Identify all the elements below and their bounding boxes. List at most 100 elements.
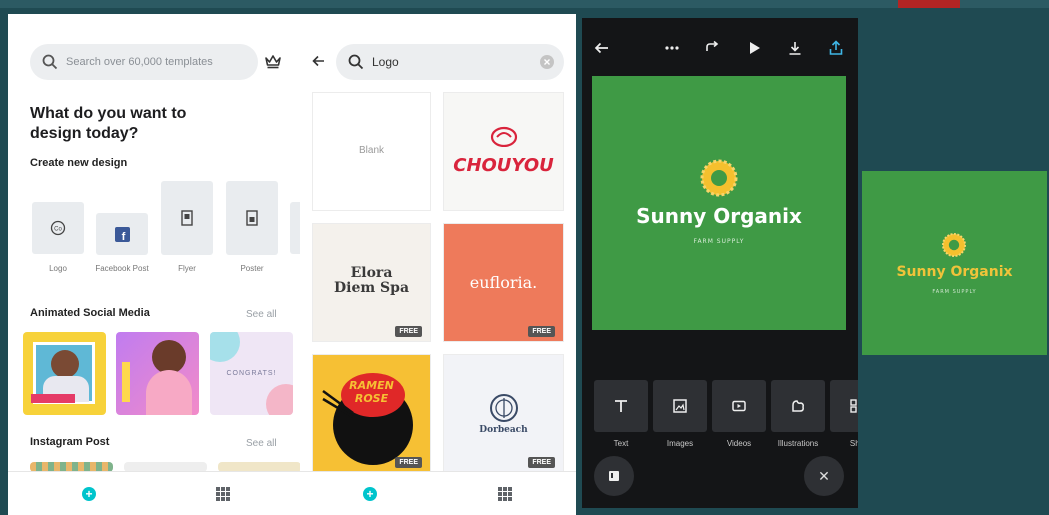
person-photo bbox=[146, 370, 192, 415]
template-name: eufloria. bbox=[469, 273, 538, 292]
text-icon bbox=[615, 400, 627, 412]
instagram-section-title: Instagram Post bbox=[30, 436, 110, 448]
download-icon[interactable] bbox=[787, 40, 803, 56]
decor-circle bbox=[266, 384, 293, 415]
tool-illustrations-button[interactable] bbox=[771, 380, 825, 432]
template-elora-diem-spa[interactable]: Elora Diem Spa FREE bbox=[312, 223, 431, 342]
decor-stripe bbox=[122, 362, 130, 402]
design-type-more[interactable] bbox=[290, 202, 300, 254]
instagram-see-all-link[interactable]: See all bbox=[246, 438, 277, 449]
animated-thumb[interactable] bbox=[23, 332, 106, 415]
design-type-label: Flyer bbox=[178, 264, 196, 273]
crown-icon[interactable] bbox=[264, 53, 282, 69]
bottom-nav: + bbox=[300, 471, 576, 515]
tool-label: Videos bbox=[726, 439, 752, 448]
bun-icon bbox=[490, 126, 518, 147]
page-icon bbox=[609, 471, 619, 481]
play-icon[interactable] bbox=[746, 40, 762, 56]
template-ramen-rose[interactable]: RAMEN ROSE FREE bbox=[312, 354, 431, 473]
tool-shapes-button[interactable] bbox=[830, 380, 858, 432]
decor-stripe bbox=[31, 394, 75, 403]
chopsticks-icon bbox=[322, 389, 354, 419]
template-name: Elora Diem Spa bbox=[313, 266, 430, 296]
search-icon bbox=[42, 54, 58, 70]
create-plus-icon[interactable]: + bbox=[363, 487, 377, 501]
more-dots-icon[interactable] bbox=[664, 40, 680, 56]
animated-thumb[interactable] bbox=[116, 332, 199, 415]
search-icon bbox=[348, 54, 364, 70]
design-canvas[interactable]: Sunny Organix FARM SUPPLY bbox=[592, 76, 846, 330]
logo-search-bar[interactable]: Logo bbox=[336, 44, 564, 80]
free-badge: FREE bbox=[395, 326, 422, 337]
template-search-bar[interactable]: Search over 60,000 templates bbox=[30, 44, 258, 80]
brand-tagline[interactable]: FARM SUPPLY bbox=[592, 238, 846, 245]
template-name: CHOUYOU bbox=[453, 155, 554, 176]
animated-thumb[interactable]: CONGRATS! bbox=[210, 332, 293, 415]
brand-name: Sunny Organix bbox=[896, 264, 1013, 280]
search-results-screen: Logo Blank CHOUYOU Elora Diem Spa FREE e… bbox=[300, 14, 576, 515]
slide-top-band bbox=[0, 0, 1049, 8]
clear-search-icon[interactable] bbox=[540, 55, 554, 69]
facebook-icon: f bbox=[114, 226, 130, 242]
pages-button[interactable] bbox=[594, 456, 634, 496]
free-badge: FREE bbox=[395, 457, 422, 468]
decor-circle bbox=[210, 332, 240, 362]
back-arrow-icon[interactable] bbox=[594, 40, 610, 56]
template-dorbeach[interactable]: Dorbeach FREE bbox=[443, 354, 564, 473]
design-type-label: Poster bbox=[240, 264, 264, 273]
logo-icon: Co bbox=[50, 220, 66, 236]
template-name: Dorbeach bbox=[479, 425, 528, 435]
editor-screen: Sunny Organix FARM SUPPLY Text Images Vi… bbox=[582, 18, 858, 508]
bottom-nav: + bbox=[8, 471, 300, 515]
page-title: What do you want to design today? bbox=[30, 105, 187, 142]
create-plus-icon[interactable]: + bbox=[82, 487, 96, 501]
back-arrow-icon[interactable] bbox=[312, 54, 326, 68]
design-type-label: Facebook Post bbox=[95, 264, 149, 273]
create-design-title: Create new design bbox=[30, 157, 128, 169]
template-blank[interactable]: Blank bbox=[312, 92, 431, 211]
redo-icon[interactable] bbox=[704, 40, 720, 56]
illustration-icon bbox=[792, 400, 804, 412]
grid-apps-icon[interactable] bbox=[498, 487, 512, 501]
tool-text-button[interactable] bbox=[594, 380, 648, 432]
search-query: Logo bbox=[372, 55, 399, 69]
free-badge: FREE bbox=[528, 457, 555, 468]
person-photo bbox=[51, 350, 79, 378]
design-type-flyer[interactable] bbox=[161, 181, 213, 255]
tool-label: Images bbox=[666, 439, 694, 448]
template-eufloria[interactable]: eufloria. FREE bbox=[443, 223, 564, 342]
design-type-logo[interactable]: Co bbox=[32, 202, 84, 254]
grid-apps-icon[interactable] bbox=[216, 487, 230, 501]
template-name-line: Diem Spa bbox=[333, 280, 410, 296]
svg-text:Co: Co bbox=[54, 227, 62, 233]
brand-name[interactable]: Sunny Organix bbox=[592, 204, 846, 228]
home-screen: Search over 60,000 templates What do you… bbox=[8, 14, 300, 515]
tool-label: Text bbox=[613, 439, 629, 448]
template-blank-label: Blank bbox=[358, 145, 384, 156]
template-name-line: Elora bbox=[350, 265, 393, 281]
animated-see-all-link[interactable]: See all bbox=[246, 309, 277, 320]
thumb-caption: CONGRATS! bbox=[226, 370, 277, 377]
tool-images-button[interactable] bbox=[653, 380, 707, 432]
compass-logo-icon bbox=[490, 394, 518, 422]
template-chouyou[interactable]: CHOUYOU bbox=[443, 92, 564, 211]
sun-logo-icon bbox=[941, 232, 967, 258]
tool-label: Illustrations bbox=[777, 439, 819, 448]
image-icon bbox=[673, 399, 687, 413]
search-placeholder: Search over 60,000 templates bbox=[66, 56, 213, 68]
share-icon[interactable] bbox=[828, 40, 844, 56]
animated-section-title: Animated Social Media bbox=[30, 307, 150, 319]
svg-text:f: f bbox=[121, 231, 125, 242]
tool-videos-button[interactable] bbox=[712, 380, 766, 432]
flyer-icon bbox=[181, 210, 193, 226]
close-button[interactable]: ✕ bbox=[804, 456, 844, 496]
design-type-facebook-post[interactable]: f bbox=[96, 213, 148, 255]
video-icon bbox=[732, 400, 746, 412]
person-photo bbox=[152, 340, 186, 374]
slide-red-tab bbox=[898, 0, 960, 8]
shapes-icon bbox=[850, 399, 857, 413]
logo-preview: Sunny Organix FARM SUPPLY bbox=[862, 171, 1047, 355]
tool-label: Sha bbox=[849, 439, 858, 448]
design-type-poster[interactable] bbox=[226, 181, 278, 255]
design-type-label: Logo bbox=[49, 264, 67, 273]
